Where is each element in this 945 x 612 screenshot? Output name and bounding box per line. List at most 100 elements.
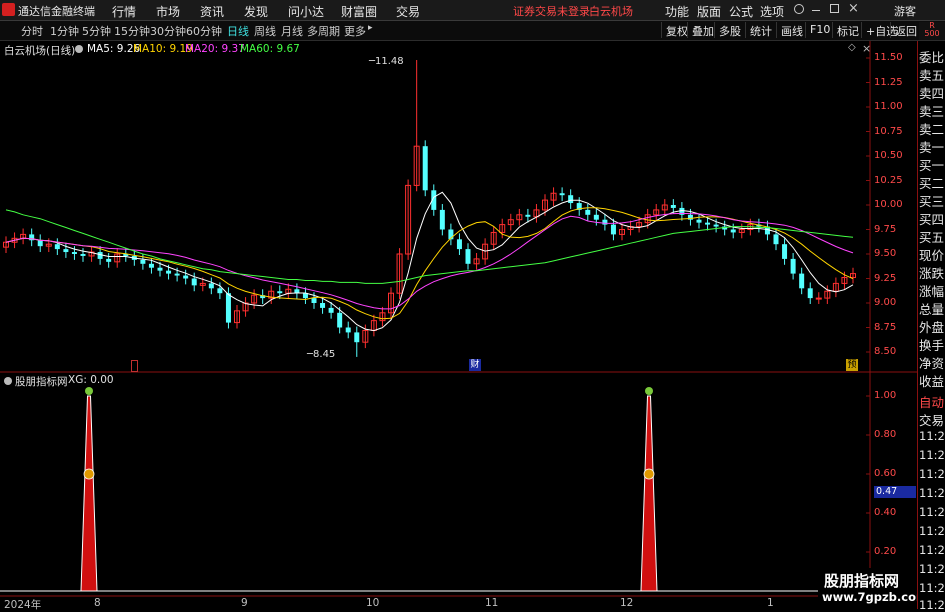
quote-item[interactable]: 收益 <box>919 371 945 390</box>
candle-body <box>790 258 796 274</box>
candle-body <box>71 252 77 254</box>
quote-item[interactable]: 涨幅 <box>919 281 945 300</box>
finance-marker[interactable]: 财 <box>469 359 481 371</box>
y-tick: 8.75 <box>874 322 897 333</box>
ind-y-tick: 0.60 <box>874 468 897 479</box>
y-tick: 11.25 <box>874 77 903 88</box>
y-tick: 9.75 <box>874 224 897 235</box>
candle-body <box>782 244 788 259</box>
candle-body <box>106 258 112 262</box>
candle-body <box>328 307 334 313</box>
y-tick: 9.25 <box>874 273 897 284</box>
low-price-label: ─8.45 <box>307 349 336 360</box>
quote-item[interactable]: 买一 <box>919 155 945 174</box>
quote-item[interactable]: 卖二 <box>919 119 945 138</box>
y-tick: 11.50 <box>874 52 903 63</box>
auto-label[interactable]: 自动 <box>919 392 945 411</box>
candle-body <box>225 293 231 323</box>
candle-body <box>439 209 445 230</box>
candle-body <box>525 214 531 217</box>
indicator-title: 股朋指标网 <box>15 376 68 388</box>
candle-body <box>157 267 163 271</box>
ind-y-tick: 1.00 <box>874 390 897 401</box>
quote-item[interactable]: 外盘 <box>919 317 945 336</box>
tick-time: 11:29 <box>919 581 945 595</box>
candle-body <box>354 332 360 343</box>
event-marker-small[interactable] <box>131 360 138 372</box>
ind-y-tick: 0.40 <box>874 507 897 518</box>
ind-y-tick: 0.80 <box>874 429 897 440</box>
candle-body <box>422 146 428 191</box>
candle-body <box>174 273 180 276</box>
y-tick: 9.00 <box>874 297 897 308</box>
quote-item[interactable]: 买四 <box>919 209 945 228</box>
candle-body <box>217 288 223 294</box>
tick-time: 11:28 <box>919 429 945 443</box>
quote-item[interactable]: 卖三 <box>919 101 945 120</box>
indicator-settings-icon[interactable] <box>4 377 12 385</box>
xg-signal-apple-icon <box>645 387 653 395</box>
watermark-line1: 股朋指标网 <box>824 572 900 590</box>
candle-body <box>815 297 822 300</box>
candle-body <box>148 263 154 268</box>
indicator-current-badge: 0.47 <box>874 486 916 498</box>
quote-item[interactable]: 卖四 <box>919 83 945 102</box>
candle-body <box>277 291 283 294</box>
xg-signal-marker <box>643 468 655 480</box>
y-tick: 10.00 <box>874 199 903 210</box>
kline-chart[interactable] <box>0 0 945 609</box>
tick-time: 11:29 <box>919 467 945 481</box>
x-label-jan: 1 <box>767 597 774 609</box>
x-label-aug: 8 <box>94 597 101 609</box>
candle-body <box>559 193 565 196</box>
candle-body <box>593 214 599 220</box>
quote-item[interactable]: 买三 <box>919 191 945 210</box>
candle-body <box>208 283 214 289</box>
x-label-oct: 10 <box>366 597 380 609</box>
candle-body <box>80 254 86 256</box>
quote-item[interactable]: 净资 <box>919 353 945 372</box>
candle-body <box>773 234 779 245</box>
candle-body <box>696 219 702 223</box>
candle-body <box>807 288 813 299</box>
y-tick: 10.50 <box>874 150 903 161</box>
candle-body <box>670 205 676 208</box>
candle-body <box>456 239 462 250</box>
quote-item[interactable]: 买五 <box>919 227 945 246</box>
candle-body <box>705 222 711 225</box>
y-tick: 9.50 <box>874 248 897 259</box>
tick-time: 11:29 <box>919 598 945 612</box>
candle-body <box>610 224 616 235</box>
ind-y-tick: 0.20 <box>874 546 897 557</box>
y-tick: 10.75 <box>874 126 903 137</box>
tick-time: 11:29 <box>919 524 945 538</box>
candle-body <box>37 240 43 247</box>
ma60-line <box>5 209 854 284</box>
indicator-value: XG: 0.00 <box>68 374 114 386</box>
quote-item[interactable]: 换手 <box>919 335 945 354</box>
y-tick: 10.25 <box>874 175 903 186</box>
candle-body <box>191 278 197 286</box>
quote-item[interactable]: 委比 <box>919 47 945 66</box>
xg-signal-spike <box>640 395 658 592</box>
forecast-marker[interactable]: 预 <box>846 359 858 371</box>
high-price-value: 11.48 <box>375 56 404 67</box>
trade-label[interactable]: 交易 <box>919 410 945 429</box>
x-label-dec: 12 <box>620 597 634 609</box>
xg-signal-spike <box>80 395 98 592</box>
quote-item[interactable]: 买二 <box>919 173 945 192</box>
tick-time: 11:29 <box>919 543 945 557</box>
quote-item[interactable]: 总量 <box>919 299 945 318</box>
candle-body <box>54 244 60 250</box>
tick-time: 11:29 <box>919 448 945 462</box>
x-label-sep: 9 <box>241 597 248 609</box>
quote-item[interactable]: 现价 <box>919 245 945 264</box>
quote-item[interactable]: 卖一 <box>919 137 945 156</box>
candles <box>3 59 856 357</box>
quote-item[interactable]: 卖五 <box>919 65 945 84</box>
candle-body <box>345 327 351 333</box>
quote-item[interactable]: 涨跌 <box>919 263 945 282</box>
tick-time: 11:29 <box>919 562 945 576</box>
tick-time: 11:29 <box>919 486 945 500</box>
ma5-line <box>5 191 854 332</box>
